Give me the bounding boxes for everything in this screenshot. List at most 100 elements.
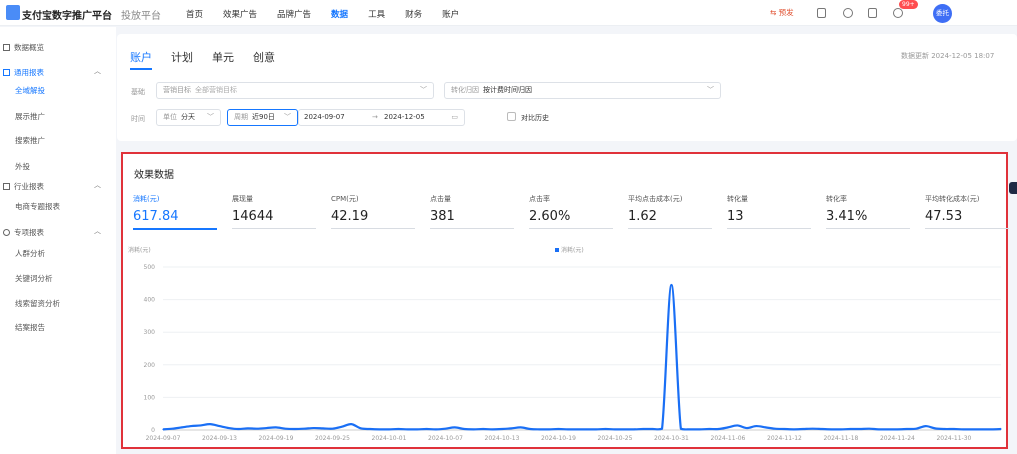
document-icon[interactable] bbox=[817, 8, 826, 18]
data-point bbox=[209, 423, 211, 425]
date-end[interactable]: 2024-12-05 bbox=[384, 113, 425, 121]
sidebar-item-overview[interactable]: 数据概览 bbox=[3, 42, 44, 53]
data-point bbox=[614, 428, 616, 430]
assistant-robot-icon[interactable] bbox=[1009, 182, 1017, 194]
metric-clicks[interactable]: 点击量 381 bbox=[430, 194, 520, 229]
x-tick-label: 2024-11-06 bbox=[711, 435, 746, 442]
nav-performance-ads[interactable]: 效果广告 bbox=[223, 8, 257, 20]
data-point bbox=[303, 428, 305, 430]
chevron-up-icon[interactable]: ︿ bbox=[94, 66, 101, 76]
data-point bbox=[802, 428, 804, 430]
nav-brand-ads[interactable]: 品牌广告 bbox=[277, 8, 311, 20]
sidebar-item-external[interactable]: 外投 bbox=[15, 161, 30, 172]
data-point bbox=[595, 428, 597, 430]
metric-label: 平均点击成本(元) bbox=[628, 195, 683, 203]
x-tick-label: 2024-10-31 bbox=[654, 435, 689, 442]
chevron-up-icon[interactable]: ︿ bbox=[94, 180, 101, 190]
data-point bbox=[350, 423, 352, 425]
data-point bbox=[689, 428, 691, 430]
sidebar-group-industry[interactable]: 行业报表 bbox=[3, 181, 44, 192]
compare-history-checkbox[interactable] bbox=[507, 112, 516, 121]
data-point bbox=[228, 427, 230, 429]
help-icon[interactable] bbox=[843, 8, 853, 18]
data-point bbox=[755, 425, 757, 427]
tab-plan[interactable]: 计划 bbox=[171, 49, 193, 65]
metric-cpm[interactable]: CPM(元) 42.19 bbox=[331, 194, 421, 229]
data-point bbox=[265, 427, 268, 429]
bell-icon[interactable] bbox=[893, 8, 903, 18]
y-axis-label: 消耗(元) bbox=[128, 246, 151, 254]
metric-underline bbox=[232, 228, 316, 229]
data-point bbox=[727, 426, 729, 428]
nav-account[interactable]: 账户 bbox=[442, 8, 459, 20]
top-bar: 支付宝数字推广平台 投放平台 首页 效果广告 品牌广告 数据 工具 财务 账户 … bbox=[0, 0, 1017, 26]
metric-value: 47.53 bbox=[925, 209, 963, 224]
metric-conversions[interactable]: 转化量 13 bbox=[727, 194, 817, 229]
nav-finance[interactable]: 财务 bbox=[405, 8, 422, 20]
preview-env-switch[interactable]: ⇆ 预发 bbox=[770, 7, 794, 18]
sidebar-item-ecommerce[interactable]: 电商专题报表 bbox=[15, 201, 60, 212]
tab-creative[interactable]: 创意 bbox=[253, 49, 275, 65]
data-point bbox=[237, 428, 239, 430]
time-unit-select[interactable]: 单位 分天 ﹀ bbox=[156, 109, 221, 126]
sidebar-group-special[interactable]: 专项报表 bbox=[3, 227, 44, 238]
date-start[interactable]: 2024-09-07 bbox=[304, 113, 345, 121]
calendar-icon[interactable] bbox=[868, 8, 877, 18]
metric-value: 14644 bbox=[232, 209, 274, 224]
metric-avg-conversion-cost[interactable]: 平均转化成本(元) 47.53 bbox=[925, 194, 1015, 229]
period-select[interactable]: 周期 近90日 ﹀ bbox=[227, 109, 298, 126]
basic-label: 基础 bbox=[131, 88, 145, 96]
marketing-goal-select[interactable]: 营销目标 全部营销目标 ﹀ bbox=[156, 82, 434, 99]
nav-data[interactable]: 数据 bbox=[331, 8, 348, 20]
nav-home[interactable]: 首页 bbox=[186, 8, 203, 20]
sidebar-item-keyword[interactable]: 关键词分析 bbox=[15, 273, 53, 284]
data-point bbox=[416, 428, 418, 430]
data-point bbox=[200, 424, 202, 427]
data-point bbox=[652, 428, 654, 430]
data-point bbox=[331, 428, 334, 430]
data-point bbox=[887, 428, 889, 430]
data-point bbox=[275, 426, 277, 428]
metric-spend[interactable]: 消耗(元) 617.84 bbox=[133, 194, 223, 230]
nav-tools[interactable]: 工具 bbox=[368, 8, 385, 20]
x-tick-label: 2024-09-13 bbox=[202, 435, 237, 442]
metric-label: 消耗(元) bbox=[133, 195, 160, 203]
metric-ctr[interactable]: 点击率 2.60% bbox=[529, 194, 619, 229]
sidebar-group-general[interactable]: 通用报表 bbox=[3, 67, 44, 78]
effect-data-card: 效果数据 消耗(元) 617.84 展现量 14644 CPM(元) 42.19 点击量 38… bbox=[121, 152, 1009, 449]
sidebar-item-leads[interactable]: 线索留资分析 bbox=[15, 298, 60, 309]
data-point bbox=[190, 425, 192, 427]
sidebar-item-final-report[interactable]: 结案报告 bbox=[15, 322, 45, 333]
tab-account[interactable]: 账户 bbox=[130, 49, 152, 65]
filter-card: 账户 计划 单元 创意 数据更新 2024-12-05 18:07 基础 营销目… bbox=[117, 34, 1017, 141]
data-point bbox=[604, 428, 607, 430]
metric-underline bbox=[826, 228, 910, 229]
tab-unit[interactable]: 单元 bbox=[212, 49, 234, 65]
platform-logo-icon[interactable] bbox=[6, 5, 20, 20]
platform-title[interactable]: 支付宝数字推广平台 bbox=[22, 7, 112, 22]
sidebar-item-display[interactable]: 展示推广 bbox=[15, 111, 45, 122]
chevron-up-icon[interactable]: ︿ bbox=[94, 226, 101, 236]
metric-value: 1.62 bbox=[628, 209, 657, 224]
metric-underline bbox=[331, 228, 415, 229]
attribution-select[interactable]: 转化归因 按计费时间归因 ﹀ bbox=[444, 82, 721, 99]
data-point bbox=[925, 425, 927, 427]
avatar[interactable]: 委托 bbox=[933, 4, 952, 23]
target-icon bbox=[3, 229, 10, 236]
sidebar-item-audience[interactable]: 人群分析 bbox=[15, 248, 45, 259]
compare-history-label[interactable]: 对比历史 bbox=[521, 113, 549, 123]
effect-data-title: 效果数据 bbox=[134, 170, 174, 181]
y-tick-label: 400 bbox=[144, 297, 156, 304]
data-point bbox=[407, 428, 409, 430]
data-point bbox=[397, 428, 399, 430]
metric-conversion-rate[interactable]: 转化率 3.41% bbox=[826, 194, 916, 229]
data-point bbox=[341, 426, 343, 428]
sidebar-item-search[interactable]: 搜索推广 bbox=[15, 135, 45, 146]
spend-line-chart[interactable]: 消耗(元) 0 100 200 300 400 500 2024-09-07 2024-09-1… bbox=[123, 240, 1006, 445]
metric-impressions[interactable]: 展现量 14644 bbox=[232, 194, 322, 229]
sidebar-item-global-delivery[interactable]: 全域解投 bbox=[15, 85, 45, 96]
metric-value: 381 bbox=[430, 209, 455, 224]
metric-avg-click-cost[interactable]: 平均点击成本(元) 1.62 bbox=[628, 194, 718, 229]
metric-underline bbox=[925, 228, 1009, 229]
metric-underline bbox=[529, 228, 613, 229]
